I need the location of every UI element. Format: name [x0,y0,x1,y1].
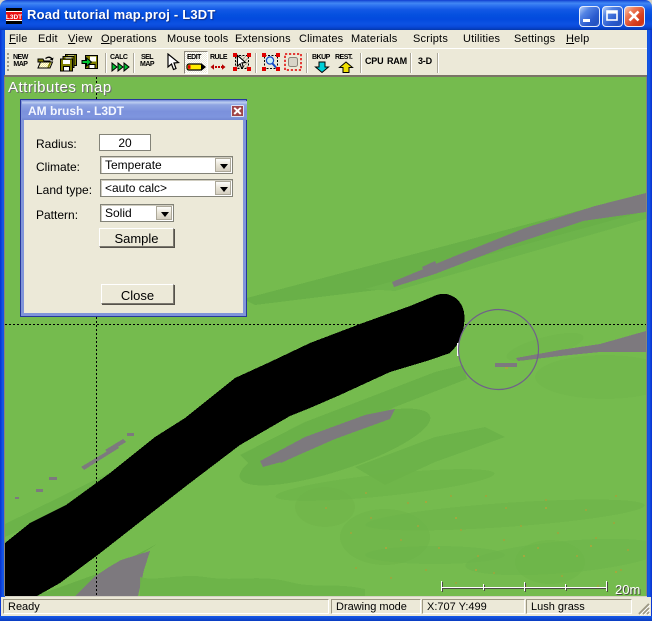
svg-text:L3DT: L3DT [6,14,22,21]
